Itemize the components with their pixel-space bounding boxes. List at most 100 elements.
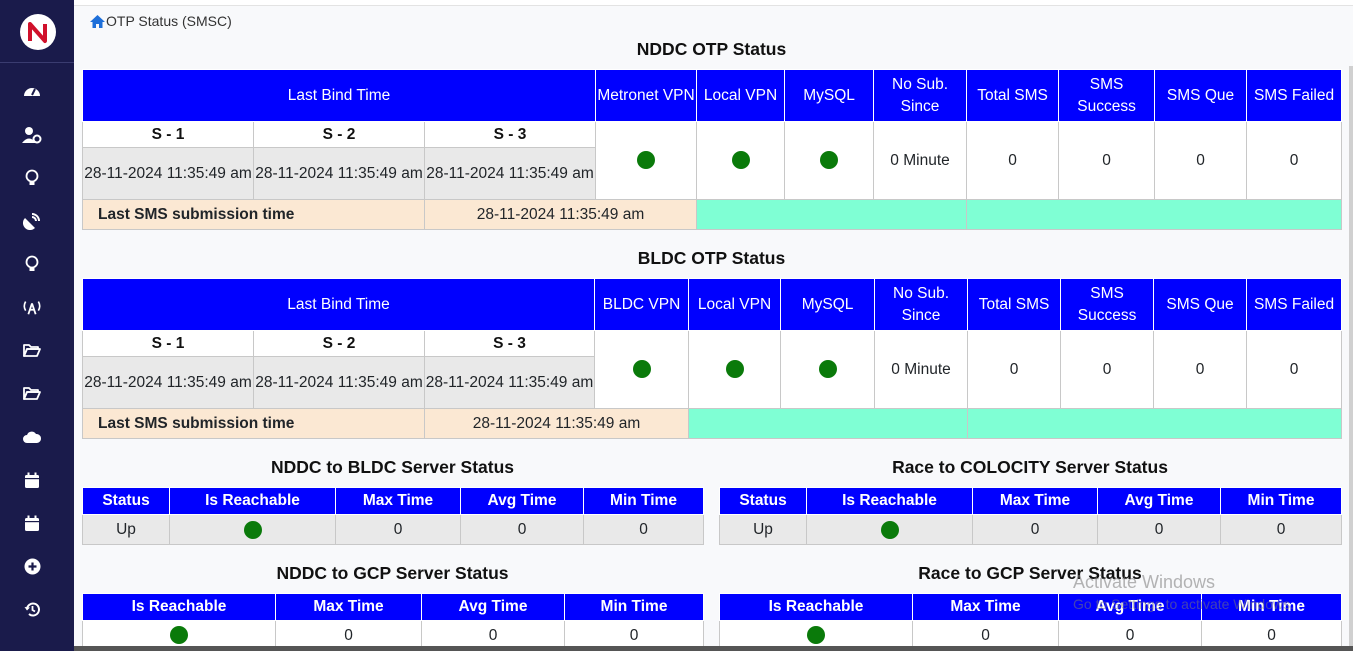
sidebar-divider — [0, 62, 74, 63]
header-min-time: Min Time — [1220, 487, 1342, 515]
max-time-value: 0 — [335, 514, 461, 545]
dashboard-icon[interactable] — [22, 81, 42, 101]
breadcrumb-label: OTP Status (SMSC) — [106, 13, 232, 29]
logo-n-icon — [28, 22, 47, 43]
server-name: S - 2 — [253, 330, 425, 357]
bldc-otp-table: Last Bind Time BLDC VPN Local VPN MySQL … — [81, 278, 1343, 439]
reachable-cell — [169, 514, 336, 545]
activate-windows-subtext: Go to Settings to activate Windows. — [1073, 596, 1294, 612]
header-sms-que: SMS Que — [1154, 69, 1248, 122]
header-reachable: Is Reachable — [806, 487, 973, 515]
no-sub-value: 0 Minute — [874, 330, 969, 409]
mint-cell — [967, 408, 1343, 439]
user-gear-icon[interactable] — [22, 125, 42, 145]
mint-cell — [966, 199, 1343, 230]
bind-time: 28-11-2024 11:35:49 am — [82, 356, 254, 409]
home-icon[interactable] — [89, 14, 106, 29]
vpn-status-cell — [594, 330, 690, 409]
mysql-status-cell — [780, 330, 876, 409]
folder-open-icon[interactable] — [22, 383, 42, 403]
header-mysql: MySQL — [780, 278, 876, 331]
header-sms-failed: SMS Failed — [1246, 278, 1343, 331]
server-name: S - 3 — [423, 330, 596, 357]
status-dot-icon — [632, 360, 651, 379]
sidebar — [0, 0, 74, 651]
app-logo[interactable] — [20, 14, 56, 50]
max-time-value: 0 — [972, 514, 1098, 545]
bind-time: 28-11-2024 11:35:49 am — [82, 147, 254, 200]
race-colocity-title: Race to COLOCITY Server Status — [892, 457, 1168, 477]
status-dot-icon — [243, 520, 262, 539]
sms-failed-value: 0 — [1246, 121, 1343, 200]
header-total-sms: Total SMS — [967, 278, 1062, 331]
sms-failed-value: 0 — [1246, 330, 1343, 409]
status-dot-icon — [725, 360, 744, 379]
status-dot-icon — [807, 626, 825, 645]
race-gcp-title: Race to GCP Server Status — [918, 563, 1142, 583]
nddc-otp-title: NDDC OTP Status — [636, 39, 787, 59]
plus-circle-icon[interactable] — [22, 556, 42, 576]
race-colocity-table: Status Is Reachable Max Time Avg Time Mi… — [719, 487, 1342, 545]
header-status: Status — [82, 487, 170, 515]
header-max-time: Max Time — [275, 593, 422, 621]
activate-windows-watermark: Activate Windows — [1073, 572, 1216, 592]
status-dot-icon — [820, 151, 839, 170]
lightbulb-icon[interactable] — [22, 254, 42, 274]
vertical-scrollbar[interactable] — [1349, 66, 1353, 646]
last-sms-label: Last SMS submission time — [82, 199, 425, 230]
server-name: S - 3 — [423, 121, 597, 148]
sms-success-value: 0 — [1058, 121, 1156, 200]
header-mysql: MySQL — [784, 69, 875, 122]
status-dot-icon — [818, 360, 837, 379]
satellite-dish-icon[interactable] — [22, 211, 42, 231]
last-sms-value: 28-11-2024 11:35:49 am — [423, 408, 690, 439]
server-name: S - 2 — [253, 121, 425, 148]
header-min-time: Min Time — [564, 593, 704, 621]
header-no-sub: No Sub. Since — [874, 278, 969, 331]
vpn-status-cell — [595, 121, 698, 200]
total-sms-value: 0 — [966, 121, 1060, 200]
history-icon[interactable] — [22, 599, 42, 619]
avg-time-value: 0 — [460, 514, 584, 545]
calendar-icon[interactable] — [22, 513, 42, 533]
header-last-bind: Last Bind Time — [81, 69, 597, 122]
bind-time: 28-11-2024 11:35:49 am — [253, 147, 425, 200]
breadcrumb[interactable]: OTP Status (SMSC) — [89, 13, 232, 29]
header-status: Status — [719, 487, 807, 515]
bind-time: 28-11-2024 11:35:49 am — [423, 356, 596, 409]
header-reachable: Is Reachable — [169, 487, 336, 515]
header-last-bind: Last Bind Time — [81, 278, 596, 331]
header-max-time: Max Time — [912, 593, 1059, 621]
folder-open-icon[interactable] — [22, 340, 42, 360]
header-sms-success: SMS Success — [1060, 278, 1155, 331]
main-content: OTP Status (SMSC) NDDC OTP Status Last B… — [74, 5, 1353, 651]
header-vpn: BLDC VPN — [594, 278, 690, 331]
header-min-time: Min Time — [583, 487, 704, 515]
header-avg-time: Avg Time — [1097, 487, 1221, 515]
server-name: S - 1 — [82, 330, 254, 357]
sms-que-value: 0 — [1154, 121, 1248, 200]
reachable-cell — [806, 514, 973, 545]
bldc-otp-title: BLDC OTP Status — [637, 248, 786, 268]
header-max-time: Max Time — [335, 487, 461, 515]
bind-time: 28-11-2024 11:35:49 am — [253, 356, 425, 409]
status-value: Up — [719, 514, 807, 545]
nddc-otp-table: Last Bind Time Metronet VPN Local VPN My… — [81, 69, 1343, 230]
status-value: Up — [82, 514, 170, 545]
nddc-gcp-title: NDDC to GCP Server Status — [276, 563, 509, 583]
header-local-vpn: Local VPN — [696, 69, 786, 122]
cloud-icon[interactable] — [22, 427, 42, 447]
header-total-sms: Total SMS — [966, 69, 1060, 122]
local-vpn-status-cell — [696, 121, 786, 200]
horizontal-scrollbar[interactable] — [74, 646, 1353, 651]
header-sms-success: SMS Success — [1058, 69, 1156, 122]
server-name: S - 1 — [82, 121, 254, 148]
sms-que-value: 0 — [1153, 330, 1248, 409]
calendar-icon[interactable] — [22, 470, 42, 490]
tower-broadcast-icon[interactable] — [22, 297, 42, 317]
lightbulb-icon[interactable] — [22, 168, 42, 188]
nddc-bldc-title: NDDC to BLDC Server Status — [270, 457, 515, 477]
status-dot-icon — [170, 626, 188, 645]
status-dot-icon — [731, 151, 750, 170]
no-sub-value: 0 Minute — [873, 121, 968, 200]
